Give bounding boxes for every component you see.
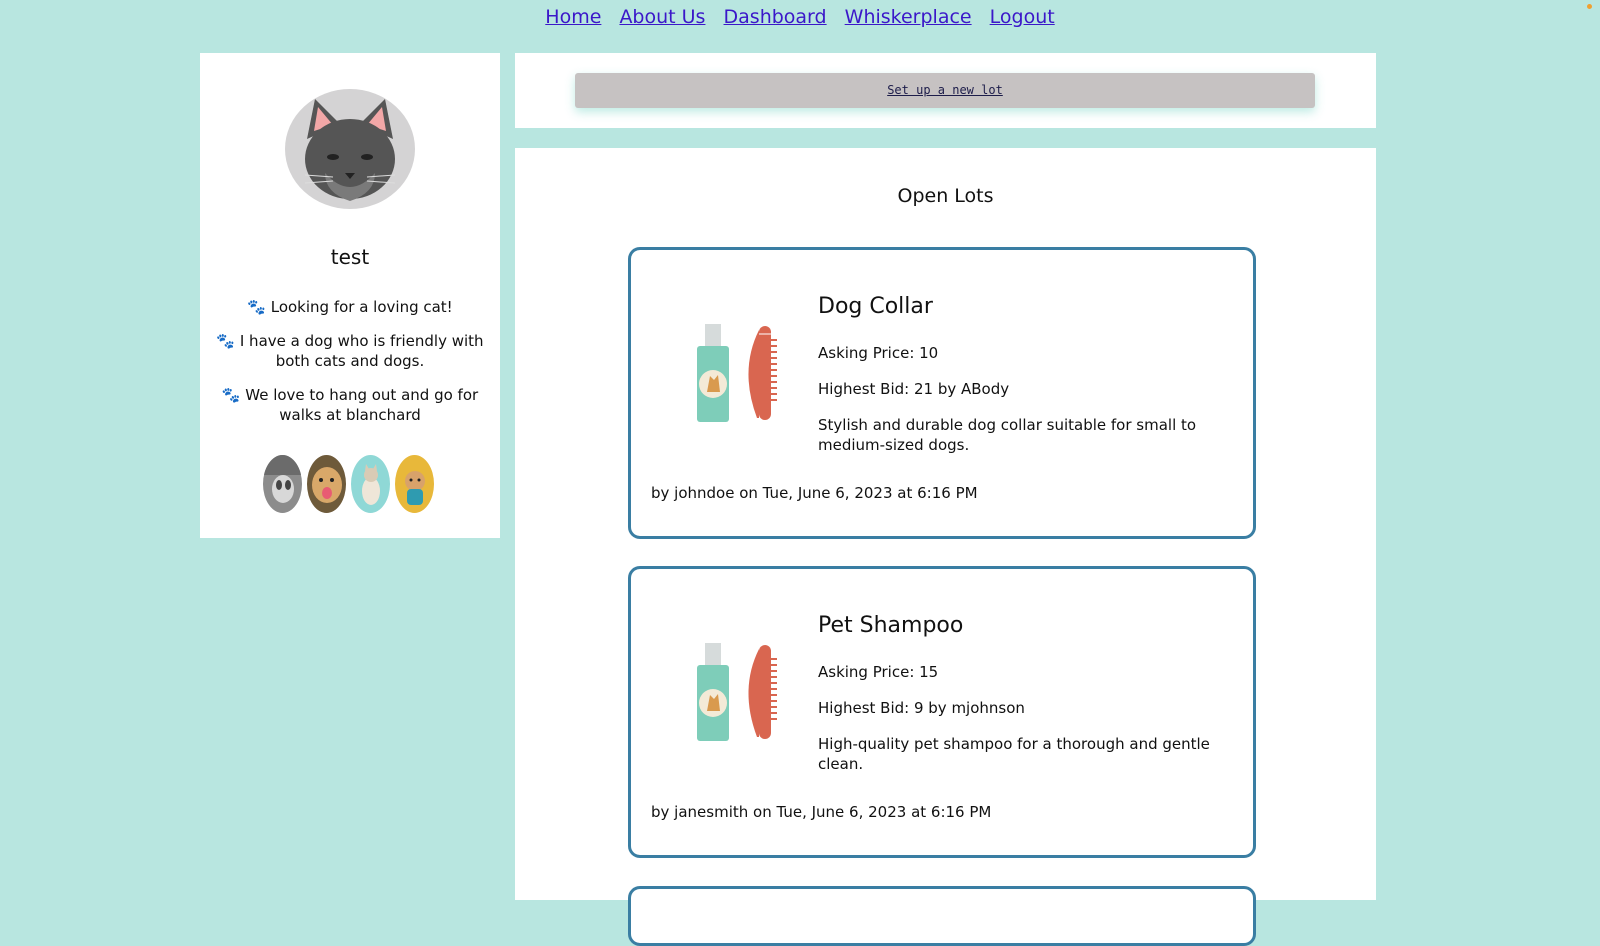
lot-footer: by johndoe on Tue, June 6, 2023 at 6:16 … <box>651 484 978 502</box>
actions-panel: Set up a new lot <box>515 53 1376 128</box>
profile-username: test <box>330 245 370 269</box>
lot-card[interactable]: Dog Collar Asking Price: 10 Highest Bid:… <box>628 247 1256 539</box>
lot-asking-price: Asking Price: 15 <box>818 663 939 681</box>
lots-panel: Open Lots Dog Collar Asking Price: 10 Hi… <box>515 148 1376 946</box>
lot-highest-bid: Highest Bid: 21 by ABody <box>818 380 1010 398</box>
pet-photo-small-dog[interactable] <box>395 455 434 513</box>
lot-title[interactable]: Dog Collar <box>818 294 933 319</box>
bio-line: 🐾 We love to hang out and go for walks a… <box>221 386 479 424</box>
lot-card[interactable]: Pet Shampoo Asking Price: 15 Highest Bid… <box>628 566 1256 858</box>
cat-face-icon <box>304 99 396 201</box>
lot-card[interactable] <box>628 886 1256 946</box>
nav-whiskerplace-link[interactable]: Whiskerplace <box>845 6 972 28</box>
bio-line: 🐾 Looking for a loving cat! <box>247 298 453 316</box>
lot-description: High-quality pet shampoo for a thorough … <box>818 735 1210 773</box>
lot-description: Stylish and durable dog collar suitable … <box>818 416 1197 454</box>
nav-home-link[interactable]: Home <box>545 6 601 28</box>
shampoo-and-comb-icon <box>679 639 779 743</box>
profile-bio: 🐾 Looking for a loving cat! 🐾 I have a d… <box>215 297 485 439</box>
bio-line: 🐾 I have a dog who is friendly with both… <box>216 332 484 370</box>
status-dot <box>1587 4 1592 9</box>
new-lot-button[interactable]: Set up a new lot <box>575 73 1315 108</box>
top-nav: Home About Us Dashboard Whiskerplace Log… <box>0 6 1600 28</box>
lot-highest-bid: Highest Bid: 9 by mjohnson <box>818 699 1025 717</box>
nav-about-link[interactable]: About Us <box>619 6 705 28</box>
lots-heading: Open Lots <box>897 185 994 207</box>
pet-photo-husky[interactable] <box>263 455 302 513</box>
pet-photo-cat[interactable] <box>351 455 390 513</box>
profile-card: test 🐾 Looking for a loving cat! 🐾 I hav… <box>200 53 500 538</box>
nav-dashboard-link[interactable]: Dashboard <box>724 6 827 28</box>
lot-title[interactable]: Pet Shampoo <box>818 613 963 638</box>
lot-footer: by janesmith on Tue, June 6, 2023 at 6:1… <box>651 803 992 821</box>
shampoo-and-comb-icon <box>679 320 779 424</box>
nav-logout-link[interactable]: Logout <box>990 6 1055 28</box>
pet-photo-strip <box>263 455 437 513</box>
lot-asking-price: Asking Price: 10 <box>818 344 939 362</box>
pet-photo-golden-retriever[interactable] <box>307 455 346 513</box>
avatar <box>285 89 415 209</box>
